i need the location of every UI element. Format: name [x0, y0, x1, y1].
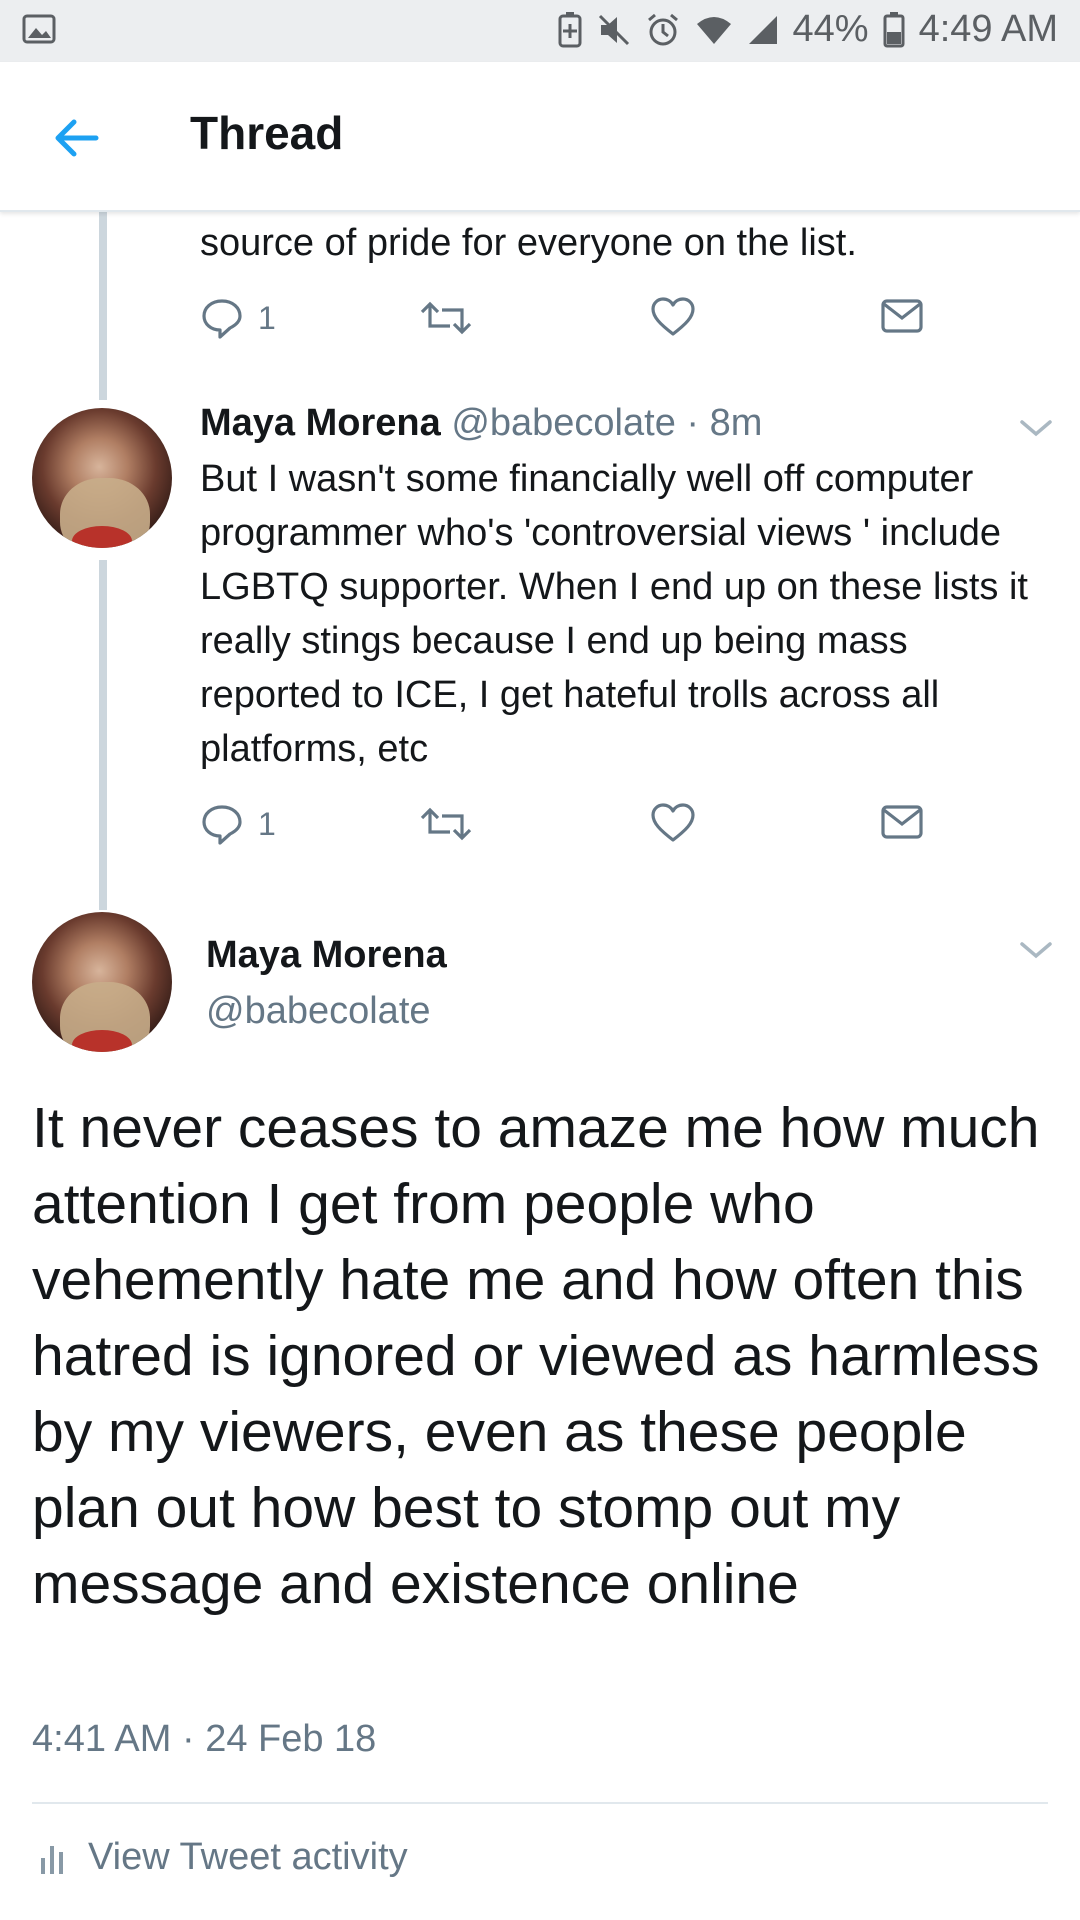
reply-count: 1	[258, 299, 276, 336]
focused-tweet-text: It never ceases to amaze me how much att…	[32, 1096, 1040, 1616]
envelope-icon	[881, 805, 923, 839]
divider	[32, 1802, 1048, 1804]
app-bar: Thread	[0, 62, 1080, 212]
clock: 4:49 AM	[918, 8, 1058, 50]
retweet-button[interactable]	[420, 802, 472, 846]
chevron-down-icon[interactable]	[1018, 938, 1054, 962]
battery-icon	[883, 11, 905, 48]
chevron-down-icon[interactable]	[1018, 416, 1054, 440]
thread-line	[99, 210, 107, 400]
reply-count: 1	[258, 805, 276, 842]
avatar[interactable]	[32, 408, 172, 548]
battery-saver-icon	[557, 11, 583, 48]
mute-icon	[597, 13, 631, 47]
author-handle[interactable]: @babecolate	[451, 402, 676, 444]
tweet-text[interactable]: source of pride for everyone on the list…	[200, 216, 1050, 270]
wifi-icon	[695, 14, 733, 46]
signal-icon	[747, 14, 779, 46]
dm-share-button[interactable]	[880, 296, 924, 336]
retweet-icon	[420, 301, 472, 335]
dm-share-button[interactable]	[880, 802, 924, 842]
reply-icon	[202, 805, 242, 845]
envelope-icon	[881, 299, 923, 333]
reply-icon	[202, 299, 242, 339]
like-button[interactable]	[650, 802, 696, 844]
author-handle[interactable]: @babecolate	[206, 990, 431, 1033]
view-tweet-activity-link[interactable]: View Tweet activity	[40, 1836, 408, 1879]
alarm-icon	[645, 12, 681, 48]
reply-button[interactable]: 1	[200, 802, 276, 846]
battery-percent: 44%	[792, 8, 869, 50]
tweet-actions: 1	[200, 802, 940, 852]
like-button[interactable]	[650, 296, 696, 338]
tweet-timestamp: 4:41 AM · 24 Feb 18	[32, 1718, 377, 1760]
page-title: Thread	[190, 107, 344, 159]
avatar[interactable]	[32, 912, 172, 1052]
view-tweet-activity-label: View Tweet activity	[88, 1836, 408, 1878]
arrow-left-icon[interactable]	[48, 110, 104, 166]
thread-line	[99, 560, 107, 910]
reply-button[interactable]: 1	[200, 296, 276, 340]
tweet-header: Maya Morena @babecolate · 8m	[200, 402, 762, 445]
image-icon	[22, 14, 56, 49]
tweet-time: · 8m	[686, 402, 763, 444]
retweet-icon	[420, 807, 472, 841]
bar-chart-icon	[41, 1845, 63, 1874]
tweet-text[interactable]: But I wasn't some financially well off c…	[200, 452, 1050, 776]
heart-icon	[651, 297, 695, 336]
retweet-button[interactable]	[420, 296, 472, 340]
tweet-actions: 1	[200, 296, 940, 346]
author-name[interactable]: Maya Morena	[200, 402, 441, 444]
status-bar: 44% 4:49 AM	[0, 0, 1080, 62]
heart-icon	[651, 803, 695, 842]
author-name[interactable]: Maya Morena	[206, 934, 447, 977]
